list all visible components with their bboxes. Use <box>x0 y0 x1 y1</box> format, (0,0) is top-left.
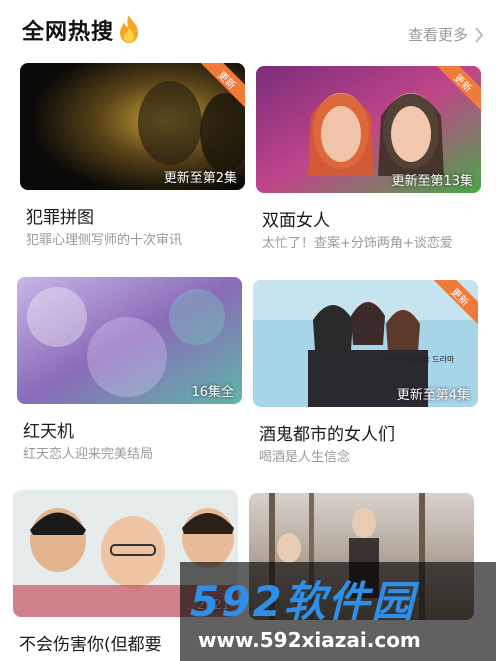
episode-badge: 更新至第13集 <box>391 174 473 189</box>
fire-icon <box>120 15 138 43</box>
watermark-logo: 592软件园 <box>190 577 416 626</box>
show-card[interactable]: 본격 기승전술 드라마 更新 更新至第4集 酒鬼都市的女人们 喝酒是人生信念 <box>253 280 478 465</box>
section-title: 全网热搜 <box>22 20 115 45</box>
show-subtitle: 喝酒是人生信念 <box>259 450 351 465</box>
section-header: 全网热搜 查看更多 <box>0 0 496 62</box>
view-more-label: 查看更多 <box>407 26 468 44</box>
show-title[interactable]: 不会伤害你(但都要 <box>19 630 162 655</box>
show-subtitle: 太忙了！查案+分饰两角+谈恋爱 <box>262 236 453 251</box>
show-poster[interactable]: 본격 기승전술 드라마 更新 更新至第4集 <box>253 280 478 407</box>
show-subtitle: 红天恋人迎来完美结局 <box>23 447 154 462</box>
episode-badge: 更新至第2集 <box>163 171 237 186</box>
episode-badge: 更新至第4集 <box>396 388 470 403</box>
show-card[interactable]: 更新 更新至第2集 犯罪拼图 犯罪心理侧写师的十次审讯 <box>20 63 245 248</box>
show-title[interactable]: 犯罪拼图 <box>26 203 94 228</box>
show-card[interactable]: 更新 更新至第13集 双面女人 太忙了！查案+分饰两角+谈恋爱 <box>256 66 481 251</box>
watermark-overlay: 592软件园 www.592xiazai.com <box>180 562 496 661</box>
show-poster[interactable]: 更新 更新至第2集 <box>20 63 245 190</box>
show-title[interactable]: 红天机 <box>23 417 74 442</box>
show-subtitle: 犯罪心理侧写师的十次审讯 <box>26 233 183 248</box>
show-poster[interactable]: 16集全 <box>17 277 242 404</box>
poster-caption: 본격 기승전술 드라마 <box>383 354 455 364</box>
show-title[interactable]: 双面女人 <box>262 206 330 231</box>
show-poster[interactable]: 更新 更新至第13集 <box>256 66 481 193</box>
watermark-url: www.592xiazai.com <box>198 628 421 652</box>
show-title[interactable]: 酒鬼都市的女人们 <box>259 420 395 445</box>
episode-badge: 16集全 <box>191 385 234 400</box>
show-card[interactable]: 16集全 红天机 红天恋人迎来完美结局 <box>17 277 242 462</box>
chevron-right-icon <box>475 26 484 43</box>
view-more-link[interactable]: 查看更多 <box>408 24 484 45</box>
